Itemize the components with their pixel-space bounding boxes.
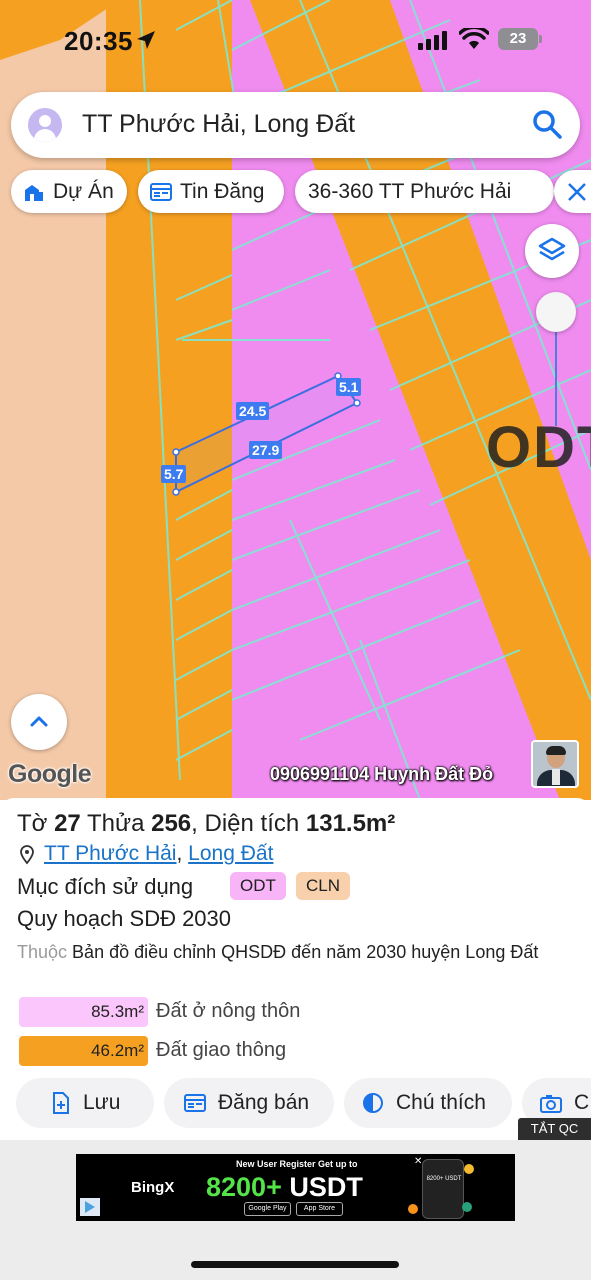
close-ad-button[interactable]: TẮT QC (518, 1118, 591, 1140)
filter-chips: Dự Án Tin Đăng 36-360 TT Phước Hải (11, 170, 591, 214)
bitcoin-coin-icon (408, 1204, 418, 1214)
ad-banner[interactable]: New User Register Get up to BingX 8200+ … (76, 1154, 515, 1221)
status-time: 20:35 (64, 26, 133, 56)
area-value: 85.3m² (19, 997, 148, 1027)
save-button[interactable]: Lưu (16, 1078, 154, 1128)
slider-thumb[interactable] (536, 292, 576, 332)
chip-label: 36-360 TT Phước Hải (308, 180, 512, 203)
edge-label-left: 5.7 (161, 465, 187, 483)
legend-button[interactable]: Chú thích (344, 1078, 512, 1128)
cellular-signal-icon (418, 31, 447, 50)
plan-source: Thuộc Bản đồ điều chỉnh QHSDĐ đến năm 20… (17, 938, 557, 966)
listing-icon (150, 183, 172, 201)
ad-area: New User Register Get up to BingX 8200+ … (0, 1140, 591, 1280)
opacity-slider[interactable] (536, 292, 576, 432)
source-text: Bản đồ điều chỉnh QHSDĐ đến năm 2030 huy… (72, 942, 539, 962)
parcel-address: TT Phước Hải, Long Đất (44, 842, 273, 866)
save-icon (53, 1092, 69, 1114)
camera-icon (540, 1095, 562, 1113)
google-logo: Google (8, 760, 92, 788)
save-label: Lưu (83, 1091, 121, 1114)
usage-tag-cln[interactable]: CLN (296, 872, 350, 900)
app-store-badge: App Store (296, 1202, 343, 1216)
location-arrow-icon (137, 31, 155, 49)
ad-phone-text: 8200+ USDT (426, 1176, 462, 1182)
battery-cap (539, 35, 542, 43)
search-query[interactable]: TT Phước Hải, Long Đất (82, 110, 355, 139)
chevron-up-icon (30, 716, 48, 727)
chip-project[interactable]: Dự Án (11, 170, 127, 213)
plan-title: Quy hoạch SDĐ 2030 (17, 906, 232, 931)
status-bar: 20:35 23 (0, 0, 591, 80)
parcel-area: 131.5m² (305, 810, 396, 837)
user-avatar-icon[interactable] (28, 108, 62, 142)
address-separator: , (176, 842, 183, 865)
parcel-number: 256 (151, 810, 192, 837)
ad-amount-value: 8200+ (206, 1172, 282, 1202)
chip-tools[interactable] (554, 170, 591, 213)
post-sale-label: Đăng bán (218, 1091, 310, 1114)
ad-brand: BingX (131, 1179, 175, 1196)
edge-label-bottom: 27.9 (249, 441, 283, 459)
bnb-coin-icon (464, 1164, 474, 1174)
district-link[interactable]: Long Đất (188, 842, 273, 865)
expand-button[interactable] (11, 694, 67, 750)
source-prefix: Thuộc (17, 942, 68, 962)
legend-label: Chú thích (396, 1091, 486, 1114)
search-icon[interactable] (531, 108, 563, 140)
usage-label: Mục đích sử dụng (17, 874, 194, 899)
search-bar[interactable]: TT Phước Hải, Long Đất (11, 92, 580, 158)
commune-link[interactable]: TT Phước Hải (44, 842, 176, 865)
area-label: Đất ở nông thôn (156, 1000, 301, 1022)
edge-label-top: 24.5 (236, 402, 270, 420)
home-indicator (191, 1261, 399, 1268)
project-icon (25, 185, 43, 201)
tether-coin-icon (462, 1202, 472, 1212)
ad-top-text: New User Register Get up to (236, 1159, 358, 1169)
chip-label: Dự Án (53, 180, 114, 203)
ad-currency: USDT (289, 1172, 363, 1202)
post-sale-button[interactable]: Đăng bán (164, 1078, 334, 1128)
sheet-number: 27 (54, 810, 81, 837)
legend-icon (363, 1093, 383, 1113)
title-sheet-word: Tờ (17, 810, 48, 837)
agent-avatar[interactable] (531, 740, 579, 788)
edge-label-right: 5.1 (336, 378, 362, 396)
battery-indicator: 23 (498, 28, 538, 50)
adchoices-icon[interactable] (80, 1198, 100, 1216)
chip-label: Tin Đăng (180, 180, 265, 203)
chip-listing[interactable]: Tin Đăng (138, 170, 284, 213)
area-label: Đất giao thông (156, 1039, 287, 1061)
action-bar: Lưu Đăng bán Chú thích C (0, 1078, 591, 1130)
title-area-label: , Diện tích (191, 810, 300, 837)
usage-tag-odt[interactable]: ODT (230, 872, 286, 900)
google-play-badge: Google Play (244, 1202, 291, 1216)
location-pin-icon (20, 845, 34, 865)
area-value: 46.2m² (19, 1036, 148, 1066)
layers-button[interactable] (525, 224, 579, 278)
ruler-icon (568, 183, 586, 201)
agent-watermark: 0906991104 Huynh Đất Đỏ (270, 764, 494, 784)
wifi-icon (459, 28, 489, 49)
chip-address-range[interactable]: 36-360 TT Phước Hải (295, 170, 554, 213)
parcel-title: Tờ 27 Thửa 256, Diện tích 131.5m² (17, 810, 395, 838)
ad-amount: 8200+ USDT (206, 1172, 363, 1203)
title-parcel-word: Thửa (87, 810, 145, 837)
layers-icon (538, 237, 566, 261)
post-sale-icon (184, 1094, 206, 1112)
ad-phone-image: 8200+ USDT (422, 1159, 464, 1219)
